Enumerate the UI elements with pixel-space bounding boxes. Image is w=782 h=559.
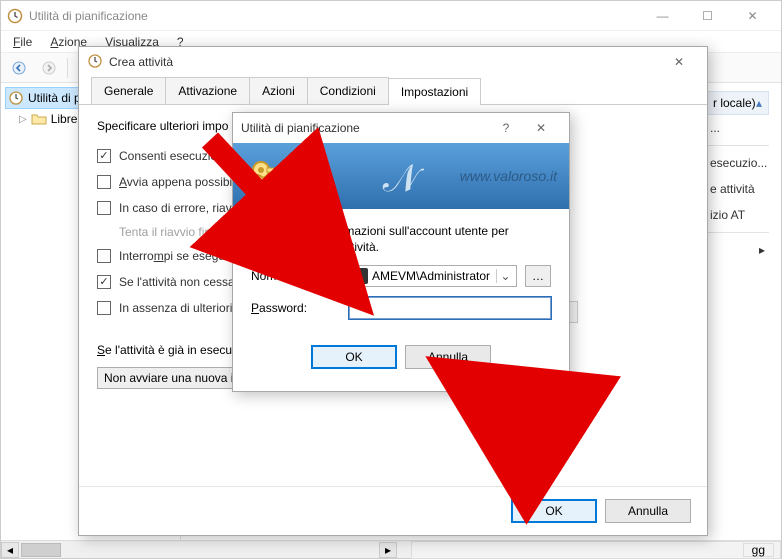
menu-file[interactable]: File <box>5 33 40 51</box>
dlg1-title: Crea attività <box>109 55 659 69</box>
dlg1-tabs: Generale Attivazione Azioni Condizioni I… <box>79 77 707 105</box>
checkbox-icon[interactable] <box>97 301 111 315</box>
clock-icon <box>7 8 23 24</box>
dlg1-cancel-button[interactable]: Annulla <box>605 499 691 523</box>
window-controls: — ☐ ✕ <box>640 2 775 30</box>
status-fragment-bar: gg <box>411 541 781 559</box>
scroll-right-button[interactable]: ▸ <box>379 542 397 558</box>
username-value: AMEVM\Administrator <box>372 269 496 283</box>
dlg2-help-button[interactable]: ? <box>491 115 521 141</box>
tab-impostazioni[interactable]: Impostazioni <box>388 78 481 105</box>
expand-icon: ▷ <box>19 114 27 125</box>
status-fragment: gg <box>743 543 774 557</box>
watermark-text: www.valoroso.it <box>460 168 557 184</box>
password-label: Password: <box>251 301 341 315</box>
credentials-instruction: Immettere le informazioni sull'account u… <box>251 223 551 255</box>
password-input[interactable] <box>349 297 551 319</box>
dlg1-ok-button[interactable]: OK <box>511 499 597 523</box>
opt-noncessa-label: Se l'attività non cessa <box>119 275 235 289</box>
credentials-banner: 𝒩 www.valoroso.it <box>233 143 569 209</box>
clock-icon <box>87 53 103 72</box>
checkbox-checked-icon[interactable] <box>97 275 111 289</box>
checkbox-icon[interactable] <box>97 201 111 215</box>
dlg2-close-button[interactable]: ✕ <box>521 115 561 141</box>
tree-root-label: Utilità di pi <box>28 91 83 105</box>
dlg1-close-button[interactable]: ✕ <box>659 49 699 75</box>
tab-generale[interactable]: Generale <box>91 77 166 104</box>
action-item-2[interactable]: e attività <box>706 176 769 202</box>
chevron-down-icon[interactable]: ⌄ <box>496 269 514 283</box>
dlg1-titlebar: Crea attività ✕ <box>79 47 707 77</box>
opt-consenti-label: Consenti esecuzione <box>119 149 230 163</box>
credentials-body: Immettere le informazioni sull'account u… <box>233 209 569 383</box>
folder-icon <box>31 111 47 127</box>
checkbox-icon[interactable] <box>97 175 111 189</box>
tab-azioni[interactable]: Azioni <box>249 77 308 104</box>
actions-header: r locale) ▴ <box>706 91 769 115</box>
opt-errore-label: In caso di errore, riav <box>119 201 232 215</box>
actions-pane: r locale) ▴ ... esecuzio... e attività i… <box>699 85 775 269</box>
scroll-thumb[interactable] <box>21 543 61 557</box>
credentials-dialog: Utilità di pianificazione ? ✕ 𝒩 www.valo… <box>232 112 570 392</box>
tab-attivazione[interactable]: Attivazione <box>165 77 250 104</box>
browse-user-button[interactable]: … <box>525 265 551 287</box>
checkbox-checked-icon[interactable] <box>97 149 111 163</box>
opt-assenza-label: In assenza di ulteriori <box>119 301 232 315</box>
dlg2-titlebar: Utilità di pianificazione ? ✕ <box>233 113 569 143</box>
dlg2-title: Utilità di pianificazione <box>241 121 491 135</box>
user-icon <box>352 268 368 284</box>
close-button[interactable]: ✕ <box>730 2 775 30</box>
collapse-icon[interactable]: ▴ <box>756 96 762 110</box>
tab-condizioni[interactable]: Condizioni <box>307 77 389 104</box>
checkbox-icon[interactable] <box>97 249 111 263</box>
nav-back-button[interactable] <box>5 56 33 80</box>
maximize-button[interactable]: ☐ <box>685 2 730 30</box>
main-title: Utilità di pianificazione <box>29 9 640 23</box>
action-item-3[interactable]: izio AT <box>706 202 769 228</box>
dlg2-ok-button[interactable]: OK <box>311 345 397 369</box>
action-item-0[interactable]: ... <box>706 115 769 141</box>
nav-fwd-button[interactable] <box>35 56 63 80</box>
password-row: Password: <box>251 297 551 319</box>
username-field[interactable]: AMEVM\Administrator ⌄ <box>349 265 517 287</box>
clock-icon <box>8 90 24 106</box>
action-item-1[interactable]: esecuzio... <box>706 150 769 176</box>
actions-header-label: r locale) <box>713 96 756 110</box>
menu-file-rest: ile <box>20 35 32 49</box>
dlg2-cancel-button[interactable]: Annulla <box>405 345 491 369</box>
main-titlebar: Utilità di pianificazione — ☐ ✕ <box>1 1 781 31</box>
username-row: Nome utente: AMEVM\Administrator ⌄ … <box>251 265 551 287</box>
minimize-button[interactable]: — <box>640 2 685 30</box>
keys-icon <box>241 148 297 204</box>
username-label: Nome utente: <box>251 269 341 283</box>
dlg1-footer: OK Annulla <box>79 486 707 535</box>
action-expand[interactable]: ▸ <box>706 237 769 263</box>
scroll-left-button[interactable]: ◂ <box>1 542 19 558</box>
bottom-scrollbar[interactable]: ◂ ▸ gg <box>1 540 781 558</box>
banner-script-deco: 𝒩 <box>383 157 419 201</box>
